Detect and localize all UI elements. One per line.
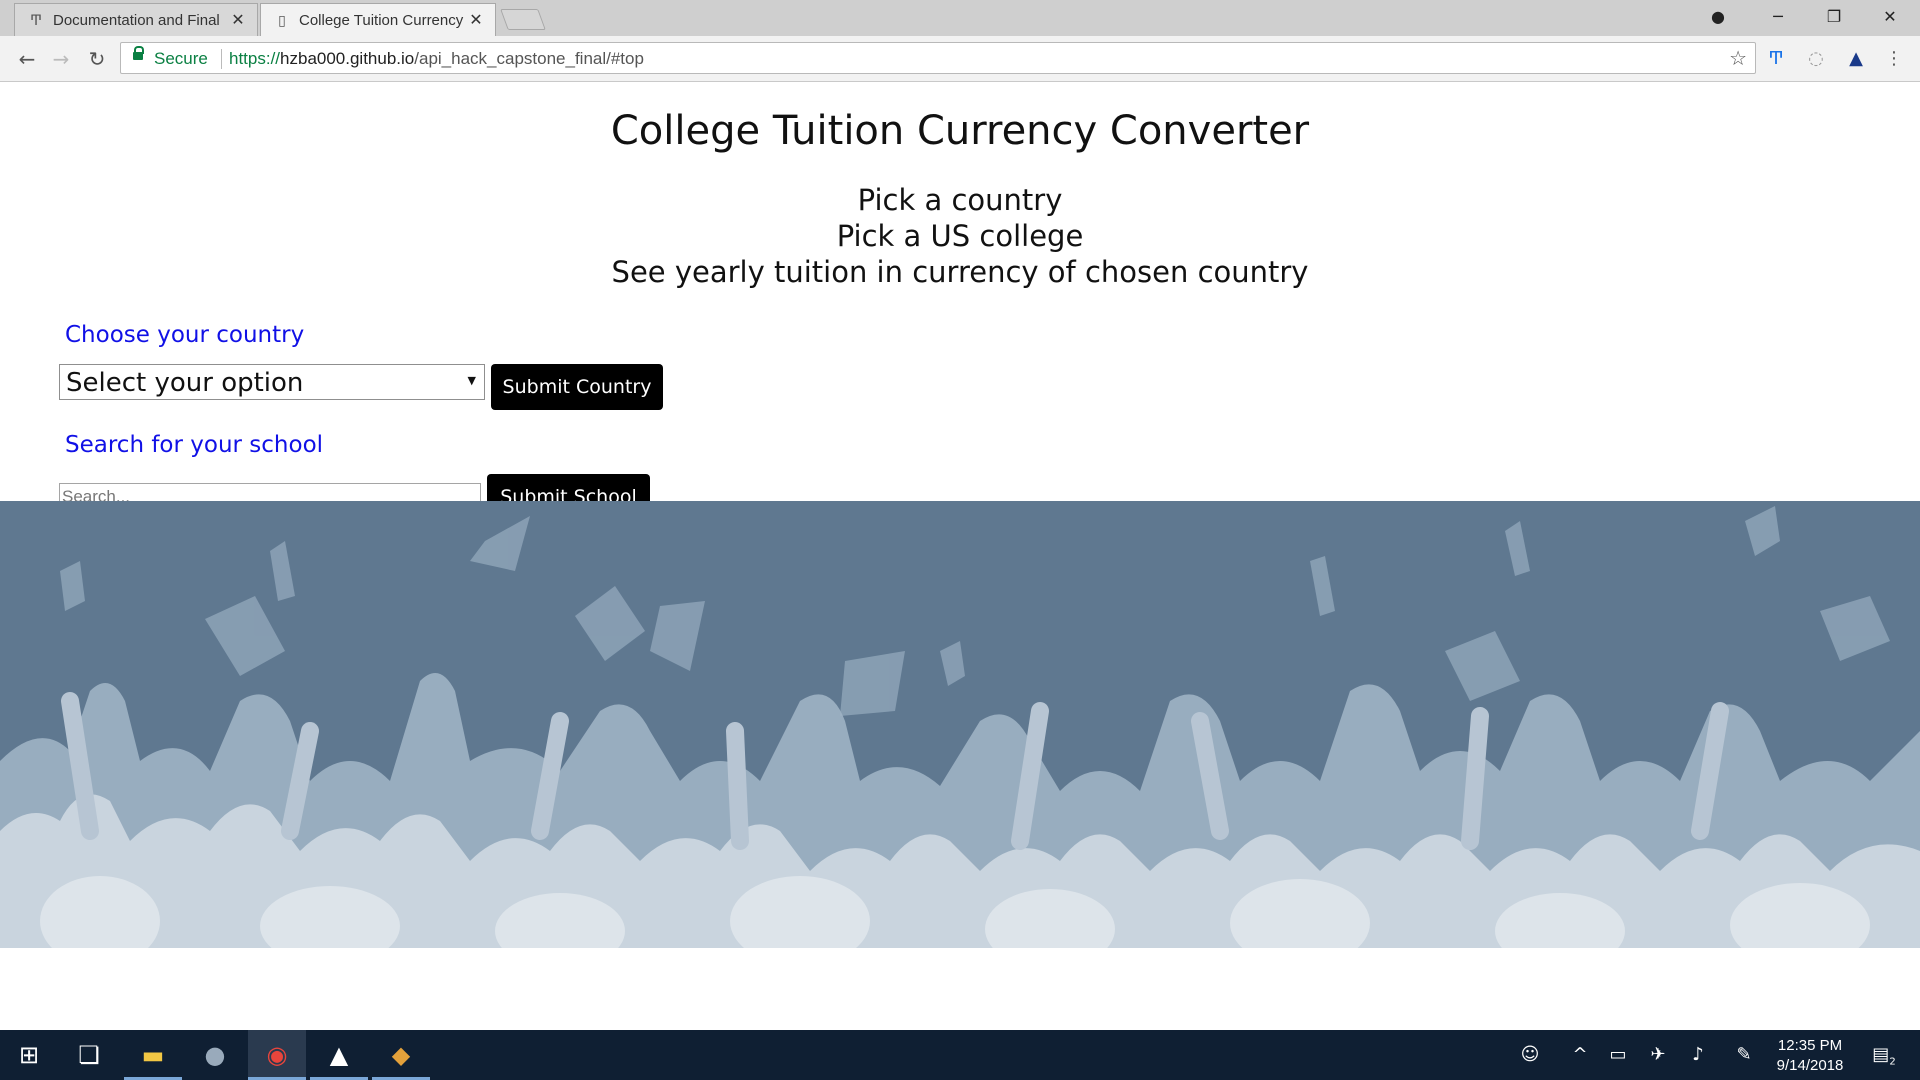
tab-title: College Tuition Currency [299, 12, 464, 29]
menu-icon[interactable]: ⋮ [1880, 45, 1908, 73]
maximize-button[interactable]: ❐ [1806, 0, 1862, 34]
clock-time: 12:35 PM [1777, 1037, 1843, 1054]
new-tab-button[interactable] [500, 9, 546, 30]
chrome-icon[interactable]: ◉ [248, 1030, 306, 1080]
globe-app-icon[interactable]: ● [186, 1030, 244, 1080]
git-icon[interactable]: ◆ [372, 1030, 430, 1080]
minimize-button[interactable]: ─ [1750, 0, 1806, 34]
graduation-hero-image [0, 501, 1920, 948]
pen-icon[interactable]: ✎ [1726, 1030, 1762, 1080]
photos-icon[interactable]: ▲ [310, 1030, 368, 1080]
tab-title: Documentation and Final [53, 12, 220, 29]
tab-strip: Ͳ Documentation and Final ✕ ▯ College Tu… [0, 0, 1920, 36]
notification-count: 2 [1889, 1056, 1896, 1068]
file-explorer-icon[interactable]: ▬ [124, 1030, 182, 1080]
windows-taskbar: ⊞ ❏ ▬ ● ◉ ▲ ◆ ☺ ^ ▭ ✈ ♪ ✎ 12:35 PM 9/14/… [0, 1030, 1920, 1080]
task-view-icon[interactable]: ❏ [60, 1030, 118, 1080]
system-clock[interactable]: 12:35 PM 9/14/2018 [1760, 1036, 1860, 1076]
close-window-button[interactable]: ✕ [1862, 0, 1918, 34]
close-tab-icon[interactable]: ✕ [467, 10, 485, 30]
reload-icon[interactable]: ↻ [82, 44, 112, 74]
graduation-silhouette-art [0, 506, 1920, 948]
country-label: Choose your country [65, 322, 305, 348]
submit-country-button[interactable]: Submit Country [491, 364, 663, 410]
omnibox-divider [221, 49, 222, 69]
tab-documentation[interactable]: Ͳ Documentation and Final ✕ [14, 3, 258, 36]
thinkful-extension-icon[interactable]: Ͳ [1762, 45, 1790, 73]
step-1: Pick a country [857, 183, 1063, 217]
drive-extension-icon[interactable]: ▲ [1842, 45, 1870, 73]
secure-label: Secure [154, 49, 208, 68]
browser-toolbar: ← → ↻ Secure https://hzba000.github.io/a… [0, 36, 1920, 82]
clock-date: 9/14/2018 [1776, 1057, 1844, 1074]
tab-college-tuition[interactable]: ▯ College Tuition Currency ✕ [260, 3, 496, 36]
url-path: /api_hack_capstone_final/#top [414, 49, 644, 68]
step-3: See yearly tuition in currency of chosen… [611, 255, 1309, 289]
thinkful-icon: Ͳ [29, 13, 43, 29]
bookmark-star-icon[interactable]: ☆ [1729, 46, 1747, 70]
people-icon[interactable]: ☺ [1512, 1030, 1548, 1080]
profile-icon[interactable]: ● [1690, 0, 1746, 34]
step-2: Pick a US college [836, 219, 1084, 253]
battery-icon[interactable]: ▭ [1600, 1030, 1636, 1080]
url-protocol: https:// [229, 49, 281, 68]
lock-icon [133, 46, 144, 60]
url-text[interactable]: https://hzba000.github.io/api_hack_capst… [229, 49, 644, 69]
instructions: Pick a country Pick a US college See yea… [0, 182, 1920, 290]
address-bar[interactable]: Secure https://hzba000.github.io/api_hac… [120, 42, 1756, 74]
windows-start-icon[interactable]: ⊞ [0, 1030, 58, 1080]
forward-icon[interactable]: → [46, 44, 76, 74]
volume-icon[interactable]: ♪ [1680, 1030, 1716, 1080]
airplane-mode-icon[interactable]: ✈ [1640, 1030, 1676, 1080]
page-icon: ▯ [278, 13, 286, 29]
tray-expand-icon[interactable]: ^ [1562, 1030, 1598, 1080]
close-tab-icon[interactable]: ✕ [229, 10, 247, 30]
page-title: College Tuition Currency Converter [610, 108, 1310, 154]
action-center-icon[interactable]: ▤2 [1866, 1030, 1902, 1080]
back-icon[interactable]: ← [12, 44, 42, 74]
url-host: hzba000.github.io [280, 49, 415, 68]
country-select-value: Select your option [66, 368, 304, 398]
school-label: Search for your school [65, 432, 324, 458]
dropdown-arrow-icon: ▼ [467, 374, 476, 387]
country-select[interactable]: Select your option ▼ [59, 364, 485, 400]
extension-circle-icon[interactable]: ◌ [1802, 45, 1830, 73]
